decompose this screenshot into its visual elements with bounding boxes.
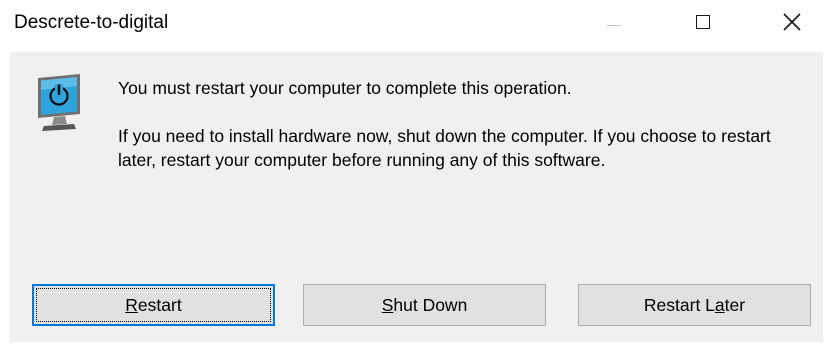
maximize-icon: [696, 15, 710, 29]
dialog-window: Descrete-to-digital You must restart you…: [0, 0, 832, 345]
restart-button-label: Restart: [125, 294, 182, 315]
dialog-content: You must restart your computer to comple…: [10, 52, 823, 342]
window-title: Descrete-to-digital: [14, 12, 169, 33]
minimize-button[interactable]: [582, 0, 646, 48]
close-button[interactable]: [760, 0, 824, 48]
shut-down-button[interactable]: Shut Down: [303, 284, 546, 326]
minimize-icon: [607, 25, 621, 26]
restart-power-monitor-icon: [38, 74, 80, 131]
close-icon: [783, 13, 801, 31]
message-secondary: If you need to install hardware now, shu…: [118, 126, 771, 170]
shut-down-button-label: Shut Down: [381, 294, 468, 315]
restart-later-button-label: Restart Later: [643, 294, 746, 315]
maximize-button[interactable]: [672, 0, 736, 48]
restart-button[interactable]: Restart: [32, 284, 275, 326]
restart-later-button[interactable]: Restart Later: [578, 284, 811, 326]
message-primary: You must restart your computer to comple…: [118, 78, 572, 98]
title-bar[interactable]: Descrete-to-digital: [0, 0, 832, 48]
